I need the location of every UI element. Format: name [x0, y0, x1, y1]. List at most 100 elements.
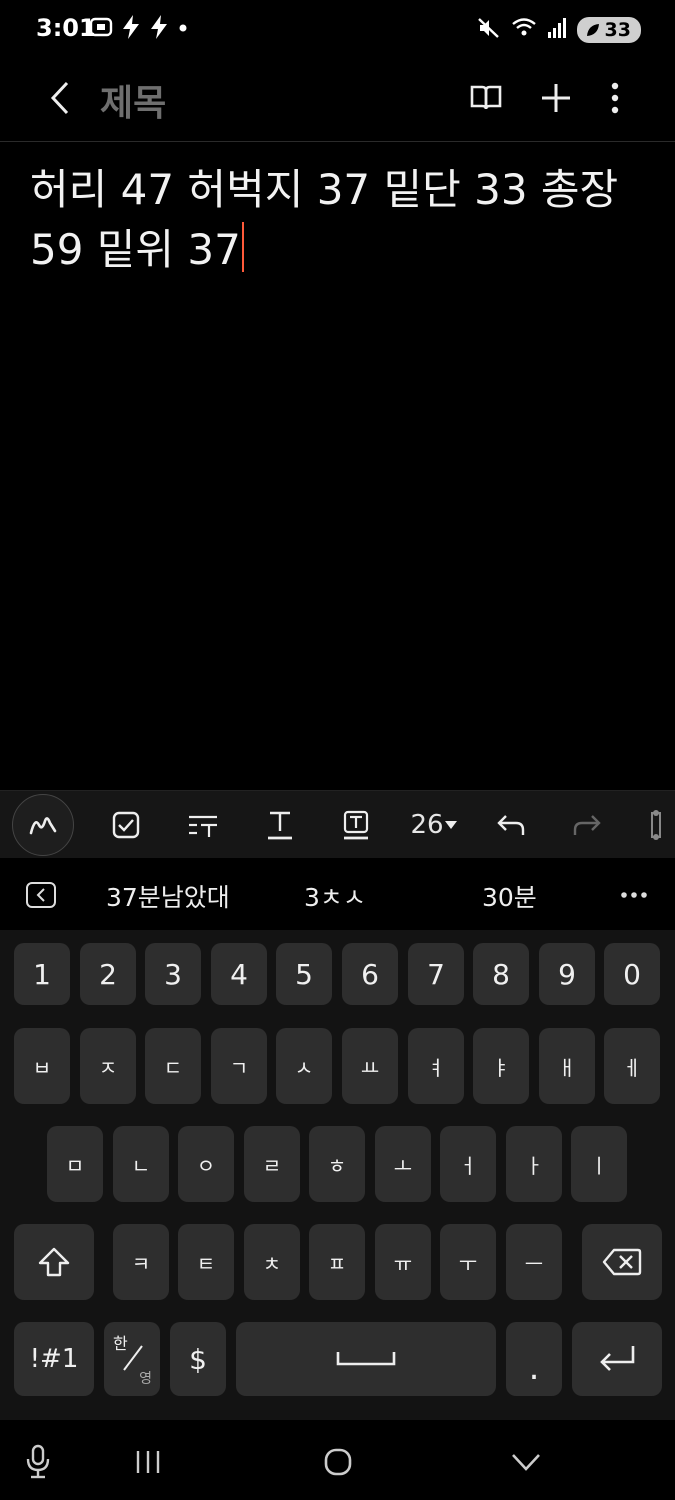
font-size-dropdown[interactable]: 26 — [408, 805, 460, 845]
redo-button[interactable] — [570, 805, 604, 845]
key-hieut[interactable]: ㅎ — [309, 1126, 365, 1202]
shift-key[interactable] — [14, 1224, 94, 1300]
key-giyeok[interactable]: ㄱ — [211, 1028, 267, 1104]
status-time: 3:01 — [36, 14, 96, 42]
recent-apps-icon — [136, 1451, 160, 1473]
back-button[interactable] — [40, 76, 80, 120]
space-icon — [336, 1352, 396, 1366]
key-nieun[interactable]: ㄴ — [113, 1126, 169, 1202]
note-line-2-wrap: 59 밑위 37 — [30, 220, 645, 280]
note-header: 제목 — [0, 64, 675, 142]
language-switch-key[interactable]: 한 영 — [104, 1322, 160, 1396]
note-body-editor[interactable]: 허리 47 허벅지 37 밑단 33 총장 59 밑위 37 — [30, 160, 645, 280]
key-9[interactable]: 9 — [539, 943, 595, 1005]
currency-key[interactable]: $ — [170, 1322, 226, 1396]
key-o[interactable]: ㅗ — [375, 1126, 431, 1202]
battery-indicator: 33 — [576, 17, 641, 43]
handwriting-button[interactable] — [12, 794, 74, 856]
add-button[interactable] — [536, 78, 576, 118]
book-open-icon — [470, 85, 502, 110]
chevron-left-icon — [36, 888, 45, 902]
caret-down-icon — [444, 821, 457, 829]
key-jieut[interactable]: ㅈ — [80, 1028, 136, 1104]
key-0[interactable]: 0 — [604, 943, 660, 1005]
key-kieuk[interactable]: ㅋ — [113, 1224, 169, 1300]
text-box-icon — [343, 810, 369, 840]
key-siot[interactable]: ㅅ — [276, 1028, 332, 1104]
more-options-button[interactable] — [595, 78, 635, 118]
key-chieut[interactable]: ㅊ — [244, 1224, 300, 1300]
key-pieup[interactable]: ㅍ — [309, 1224, 365, 1300]
hide-keyboard-button[interactable] — [508, 1442, 544, 1482]
key-7[interactable]: 7 — [408, 943, 464, 1005]
key-6[interactable]: 6 — [342, 943, 398, 1005]
status-right-icons: 33 — [477, 16, 641, 44]
suggestion-3[interactable]: 30분 — [482, 878, 537, 914]
keyboard-toolbar-toggle[interactable] — [26, 882, 56, 908]
wifi-icon — [511, 16, 537, 44]
microphone-icon — [26, 1444, 50, 1479]
enter-key[interactable] — [572, 1322, 662, 1396]
text-select-icon — [651, 810, 661, 840]
editor-toolbar: 26 — [0, 790, 675, 858]
key-yeo[interactable]: ㅕ — [408, 1028, 464, 1104]
key-i[interactable]: ㅣ — [571, 1126, 627, 1202]
key-a[interactable]: ㅏ — [506, 1126, 562, 1202]
key-3[interactable]: 3 — [145, 943, 201, 1005]
pen-icon — [29, 817, 57, 835]
notification-dot-icon — [176, 14, 190, 44]
key-4[interactable]: 4 — [211, 943, 267, 1005]
font-size-value: 26 — [410, 810, 444, 840]
key-ya[interactable]: ㅑ — [473, 1028, 529, 1104]
symbols-key[interactable]: !#1 — [14, 1322, 94, 1396]
key-yo[interactable]: ㅛ — [342, 1028, 398, 1104]
reading-mode-button[interactable] — [466, 78, 506, 118]
checkbox-button[interactable] — [108, 805, 144, 845]
backspace-icon — [602, 1248, 642, 1276]
space-key[interactable] — [236, 1322, 496, 1396]
period-key[interactable]: . — [506, 1322, 562, 1396]
plus-icon — [542, 84, 570, 112]
mute-icon — [477, 16, 501, 44]
undo-button[interactable] — [494, 805, 528, 845]
key-mieum[interactable]: ㅁ — [47, 1126, 103, 1202]
key-ae[interactable]: ㅐ — [539, 1028, 595, 1104]
shift-icon — [38, 1247, 70, 1277]
key-5[interactable]: 5 — [276, 943, 332, 1005]
voice-input-button[interactable] — [22, 1442, 54, 1482]
key-1[interactable]: 1 — [14, 943, 70, 1005]
suggestion-1[interactable]: 37분남았대 — [106, 878, 230, 914]
suggestion-2[interactable]: 3ㅊㅅ — [304, 878, 366, 914]
text-style-button[interactable] — [184, 805, 222, 845]
key-8[interactable]: 8 — [473, 943, 529, 1005]
backspace-key[interactable] — [582, 1224, 662, 1300]
more-horizontal-icon — [621, 892, 647, 898]
key-digeut[interactable]: ㄷ — [145, 1028, 201, 1104]
more-suggestions-button[interactable] — [621, 876, 647, 906]
charging-bolt-icon — [120, 14, 142, 44]
text-color-button[interactable] — [264, 805, 296, 845]
note-line-2: 59 밑위 37 — [30, 225, 241, 274]
home-icon — [324, 1448, 352, 1476]
battery-saver-icon — [586, 24, 599, 36]
enter-icon — [600, 1346, 635, 1371]
key-tieut[interactable]: ㅌ — [178, 1224, 234, 1300]
home-button[interactable] — [320, 1442, 356, 1482]
recent-apps-button[interactable] — [130, 1442, 166, 1482]
key-eo[interactable]: ㅓ — [440, 1126, 496, 1202]
key-rieul[interactable]: ㄹ — [244, 1126, 300, 1202]
key-yu[interactable]: ㅠ — [375, 1224, 431, 1300]
chevron-down-icon — [512, 1454, 540, 1471]
note-title-field[interactable]: 제목 — [100, 74, 166, 126]
select-text-button[interactable] — [644, 805, 668, 845]
key-eu[interactable]: ㅡ — [506, 1224, 562, 1300]
text-highlight-button[interactable] — [340, 805, 372, 845]
key-bieup[interactable]: ㅂ — [14, 1028, 70, 1104]
charging-bolt-icon-2 — [148, 14, 170, 44]
key-2[interactable]: 2 — [80, 943, 136, 1005]
key-ieung[interactable]: ㅇ — [178, 1126, 234, 1202]
text-caret — [241, 222, 244, 272]
key-u[interactable]: ㅜ — [440, 1224, 496, 1300]
key-e[interactable]: ㅔ — [604, 1028, 660, 1104]
note-line-1: 허리 47 허벅지 37 밑단 33 총장 — [30, 165, 619, 214]
